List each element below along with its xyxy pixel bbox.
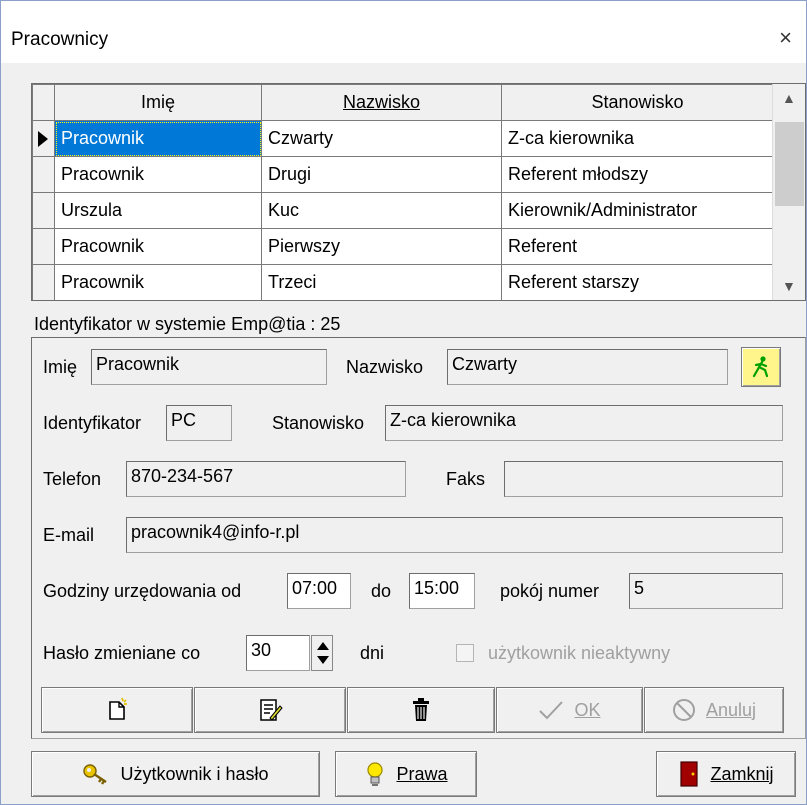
- ok-button-label: OK: [574, 699, 601, 720]
- od-time-field[interactable]: 07:00: [287, 573, 351, 609]
- telefon-label: Telefon: [43, 469, 102, 489]
- email-label: E-mail: [43, 525, 95, 545]
- new-document-icon: [109, 697, 127, 720]
- cancel-button-label: Anuluj: [705, 699, 757, 720]
- email-field[interactable]: pracownik4@info-r.pl: [126, 517, 783, 553]
- table-cell[interactable]: Z-ca kierownika: [501, 120, 774, 157]
- godziny-label: Godziny urzędowania od: [43, 581, 242, 601]
- employees-grid[interactable]: Imię Nazwisko Stanowisko Pracownik Czwar…: [31, 83, 806, 301]
- imie-label: Imię: [43, 357, 78, 377]
- checkmark-icon: [539, 701, 564, 720]
- table-row[interactable]: Pracownik Pierwszy Referent: [32, 228, 774, 265]
- close-button[interactable]: Zamknij: [656, 751, 796, 797]
- identyfikator-field[interactable]: PC: [166, 405, 232, 441]
- nieaktywny-checkbox[interactable]: [456, 644, 474, 662]
- row-indicator: [32, 228, 55, 265]
- table-cell[interactable]: Referent młodszy: [501, 156, 774, 193]
- running-person-icon: [752, 356, 769, 378]
- table-cell[interactable]: Trzeci: [261, 264, 502, 300]
- table-row[interactable]: Pracownik Czwarty Z-ca kierownika: [32, 120, 774, 157]
- nazwisko-field[interactable]: Czwarty: [447, 349, 728, 385]
- cancel-icon: [672, 699, 695, 721]
- user-password-label: Użytkownik i hasło: [120, 763, 269, 784]
- row-indicator: [32, 264, 55, 300]
- dni-label: dni: [360, 643, 385, 663]
- scroll-up-icon[interactable]: ▲: [782, 90, 796, 106]
- table-cell[interactable]: Urszula: [54, 192, 262, 229]
- grid-header-row: Imię Nazwisko Stanowisko: [32, 84, 774, 121]
- pokoj-label: pokój numer: [500, 581, 600, 601]
- row-indicator-header: [32, 84, 55, 121]
- haslo-days-stepper[interactable]: [311, 635, 333, 671]
- exit-door-icon: [680, 761, 699, 787]
- system-id-label: Identyfikator w systemie Emp@tia : 25: [34, 314, 341, 334]
- do-time-field[interactable]: 15:00: [409, 573, 475, 609]
- table-cell[interactable]: Drugi: [261, 156, 502, 193]
- cancel-button[interactable]: Anuluj: [644, 687, 784, 733]
- window-title: Pracownicy: [11, 29, 109, 50]
- table-cell[interactable]: Referent: [501, 228, 774, 265]
- run-icon[interactable]: [741, 347, 781, 387]
- nazwisko-label: Nazwisko: [346, 357, 424, 377]
- scroll-down-icon[interactable]: ▼: [782, 278, 796, 294]
- faks-field[interactable]: [504, 461, 783, 497]
- stanowisko-label: Stanowisko: [272, 413, 365, 433]
- close-label: Zamknij: [710, 763, 774, 784]
- table-cell[interactable]: Pracownik: [54, 264, 262, 300]
- table-cell[interactable]: Pracownik: [54, 120, 262, 157]
- table-cell[interactable]: Kuc: [261, 192, 502, 229]
- table-cell[interactable]: Pracownik: [54, 228, 262, 265]
- user-password-button[interactable]: Użytkownik i hasło: [31, 751, 320, 797]
- stepper-down-icon[interactable]: [317, 656, 329, 664]
- title-bar: Pracownicy ×: [1, 1, 806, 63]
- identyfikator-label: Identyfikator: [43, 413, 142, 433]
- edit-record-button[interactable]: [194, 687, 346, 733]
- delete-record-button[interactable]: [347, 687, 495, 733]
- pokoj-field[interactable]: 5: [629, 573, 783, 609]
- rights-button[interactable]: Prawa: [335, 751, 477, 797]
- haslo-label: Hasło zmieniane co: [43, 643, 201, 663]
- table-cell[interactable]: Pierwszy: [261, 228, 502, 265]
- scrollbar-thumb[interactable]: [775, 122, 804, 206]
- current-row-arrow-icon: [38, 131, 48, 147]
- trash-icon: [413, 698, 429, 721]
- pracownicy-window: Pracownicy × Imię Nazwisko Stanowisko Pr…: [0, 0, 807, 805]
- column-header-stanowisko[interactable]: Stanowisko: [501, 84, 774, 121]
- rights-label: Prawa: [396, 763, 448, 784]
- table-row[interactable]: Urszula Kuc Kierownik/Administrator: [32, 192, 774, 229]
- imie-field[interactable]: Pracownik: [91, 349, 327, 385]
- stanowisko-field[interactable]: Z-ca kierownika: [385, 405, 783, 441]
- haslo-days-input[interactable]: 30: [246, 635, 310, 671]
- column-header-imie[interactable]: Imię: [54, 84, 262, 121]
- table-cell[interactable]: Pracownik: [54, 156, 262, 193]
- close-icon[interactable]: ×: [779, 25, 792, 51]
- ok-button[interactable]: OK: [496, 687, 643, 733]
- nieaktywny-label: użytkownik nieaktywny: [488, 643, 671, 663]
- new-record-button[interactable]: [41, 687, 193, 733]
- telefon-field[interactable]: 870-234-567: [126, 461, 406, 497]
- key-icon: [83, 764, 108, 785]
- row-indicator: [32, 192, 55, 229]
- column-header-nazwisko[interactable]: Nazwisko: [261, 84, 502, 121]
- row-indicator: [32, 120, 55, 157]
- table-row[interactable]: Pracownik Drugi Referent młodszy: [32, 156, 774, 193]
- table-row[interactable]: Pracownik Trzeci Referent starszy: [32, 264, 774, 300]
- table-cell[interactable]: Referent starszy: [501, 264, 774, 300]
- grid-scrollbar[interactable]: ▲ ▼: [772, 84, 805, 300]
- stepper-up-icon[interactable]: [317, 642, 329, 650]
- table-cell[interactable]: Kierownik/Administrator: [501, 192, 774, 229]
- table-cell[interactable]: Czwarty: [261, 120, 502, 157]
- lightbulb-icon: [367, 762, 384, 786]
- do-label: do: [371, 581, 392, 601]
- edit-document-icon: [260, 699, 283, 721]
- faks-label: Faks: [446, 469, 486, 489]
- row-indicator: [32, 156, 55, 193]
